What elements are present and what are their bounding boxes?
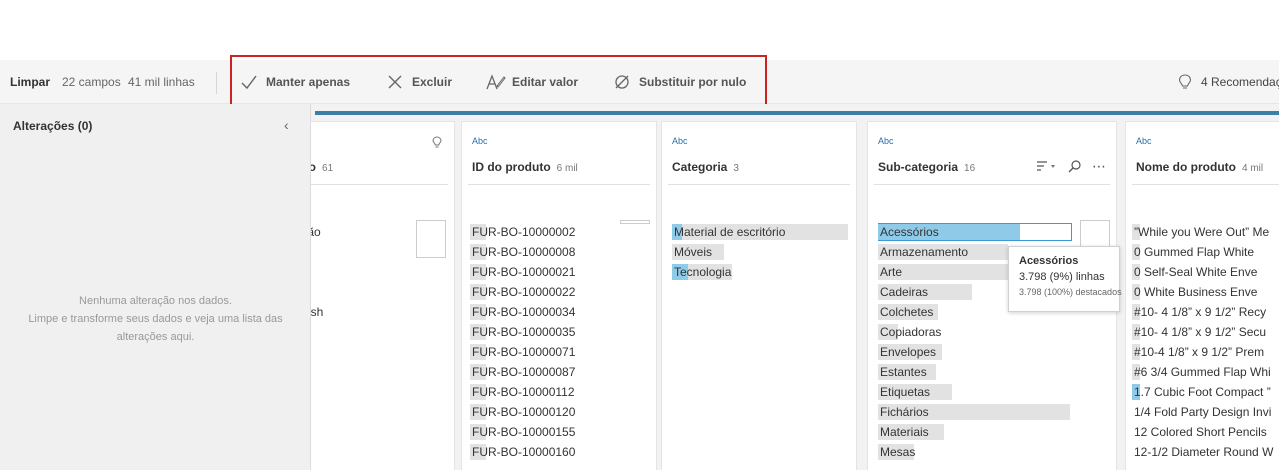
recommendations-button[interactable]: 4 Recomendaç — [1178, 60, 1279, 104]
list-item[interactable]: 12-1/2 Diameter Round W — [1132, 442, 1273, 462]
string-type-label: Abc — [672, 136, 688, 146]
chevron-left-icon[interactable]: ‹ — [284, 117, 289, 133]
card-divider — [468, 184, 650, 185]
empty-line-2: Limpe e transforme seus dados e veja uma… — [28, 313, 283, 325]
sort-icon[interactable] — [1036, 160, 1056, 172]
list-item[interactable]: 1.7 Cubic Foot Compact ” — [1132, 382, 1273, 402]
list-item[interactable]: FUR-BO-10000160 — [470, 442, 575, 462]
action-highlight-frame — [230, 55, 767, 107]
list-item[interactable]: a — [311, 282, 323, 302]
card-title: Nome do produto 4 mil — [1136, 160, 1264, 174]
recommendations-label: 4 Recomendaç — [1201, 75, 1279, 89]
list-item[interactable]: 0 Self-Seal White Enve — [1132, 262, 1273, 282]
list-item[interactable]: tão — [311, 222, 323, 242]
list-item[interactable]: FUR-BO-10000071 — [470, 342, 575, 362]
card-title: Sub-categoria 16 — [878, 160, 976, 174]
tooltip-highlight-count: 3.798 (100%) destacados — [1019, 287, 1122, 297]
list-item[interactable]: FUR-BO-10000022 — [470, 282, 575, 302]
list-item[interactable]: #6 3/4 Gummed Flap Whi — [1132, 362, 1273, 382]
list-item[interactable]: FUR-BO-10000155 — [470, 422, 575, 442]
list-item[interactable]: FUR-BO-10000120 — [470, 402, 575, 422]
card-title: ID do produto 6 mil — [472, 160, 578, 174]
list-item[interactable]: Fichários — [878, 402, 1072, 422]
card-divider — [668, 184, 850, 185]
list-item[interactable]: 0 Gummed Flap White — [1132, 242, 1273, 262]
list-item[interactable]: 12 Colored Short Pencils — [1132, 422, 1273, 442]
card-divider — [1132, 184, 1279, 185]
profile-card-partial[interactable]: ão61 tão a a a esh s — [311, 121, 455, 470]
top-blank-area — [0, 0, 1279, 60]
list-item[interactable]: Etiquetas — [878, 382, 1072, 402]
search-icon[interactable] — [1068, 159, 1082, 173]
list-item[interactable]: Envelopes — [878, 342, 1072, 362]
list-item[interactable]: Mesas — [878, 442, 1072, 462]
card-divider — [874, 184, 1110, 185]
list-item[interactable]: FUR-BO-10000002 — [470, 222, 575, 242]
card-divider — [311, 184, 448, 185]
string-type-label: Abc — [878, 136, 894, 146]
list-item[interactable]: FUR-BO-10000112 — [470, 382, 575, 402]
tooltip: Acessórios 3.798 (9%) linhas 3.798 (100%… — [1008, 246, 1122, 312]
toolbar-divider — [216, 72, 217, 94]
list-item[interactable]: s — [311, 322, 323, 342]
profile-card-product-id[interactable]: Abc ID do produto 6 mil FUR-BO-10000002 F… — [461, 121, 657, 470]
list-item[interactable]: FUR-BO-10000035 — [470, 322, 575, 342]
list-item[interactable]: #10-4 1/8” x 9 1/2” Prem — [1132, 342, 1273, 362]
field-count: 22 campos — [62, 75, 121, 89]
scroll-overview[interactable] — [416, 220, 446, 258]
list-item[interactable]: 0 White Business Enve — [1132, 282, 1273, 302]
more-options-icon[interactable]: ⋯ — [1092, 158, 1106, 175]
clean-label: Limpar — [10, 75, 51, 89]
scroll-overview[interactable] — [620, 220, 650, 224]
list-item[interactable]: a — [311, 262, 323, 282]
changes-title: Alterações (0) — [13, 119, 93, 133]
list-item[interactable]: ”While you Were Out” Me — [1132, 222, 1273, 242]
list-item[interactable]: FUR-BO-10000008 — [470, 242, 575, 262]
list-item[interactable]: Móveis — [672, 242, 848, 262]
profile-card-category[interactable]: Abc Categoria 3 Material de escritório Mó… — [661, 121, 857, 470]
list-item[interactable]: FUR-BO-10000021 — [470, 262, 575, 282]
list-item[interactable]: esh — [311, 302, 323, 322]
string-type-label: Abc — [472, 136, 488, 146]
card-title: ão61 — [311, 160, 334, 174]
lightbulb-icon — [1178, 74, 1192, 89]
list-item[interactable]: #10- 4 1/8” x 9 1/2” Recy — [1132, 302, 1273, 322]
list-item-selected[interactable]: Acessórios — [878, 222, 1072, 242]
profile-accent-bar — [315, 111, 1279, 115]
empty-line-1: Nenhuma alteração nos dados. — [79, 295, 232, 307]
list-item[interactable]: #10- 4 1/8” x 9 1/2” Secu — [1132, 322, 1273, 342]
list-item[interactable]: Copiadoras — [878, 322, 1072, 342]
empty-line-3: alterações aqui. — [116, 331, 195, 343]
changes-empty-message: Nenhuma alteração nos dados. Limpe e tra… — [0, 292, 311, 346]
list-item[interactable]: a — [311, 242, 323, 262]
list-item[interactable]: FUR-BO-10000034 — [470, 302, 575, 322]
lightbulb-icon[interactable] — [432, 136, 442, 150]
list-item[interactable]: Materiais — [878, 422, 1072, 442]
changes-panel: Alterações (0) ‹ Nenhuma alteração nos d… — [0, 104, 311, 470]
card-title: Categoria 3 — [672, 160, 739, 174]
tooltip-row-count: 3.798 (9%) linhas — [1019, 271, 1105, 283]
profile-pane: ão61 tão a a a esh s Abc ID do produto6 … — [311, 104, 1279, 470]
list-item[interactable]: Material de escritório — [672, 222, 848, 242]
list-item[interactable]: FUR-BO-10000087 — [470, 362, 575, 382]
list-item[interactable]: Tecnologia — [672, 262, 848, 282]
value-list: ”While you Were Out” Me 0 Gummed Flap Wh… — [1132, 222, 1273, 462]
profile-card-product-name[interactable]: Abc Nome do produto 4 mil ”While you Were… — [1125, 121, 1279, 470]
value-list: Material de escritório Móveis Tecnologia — [672, 222, 848, 282]
row-count: 41 mil linhas — [128, 75, 195, 89]
list-item[interactable]: 1/4 Fold Party Design Invi — [1132, 402, 1273, 422]
string-type-label: Abc — [1136, 136, 1152, 146]
value-list: FUR-BO-10000002 FUR-BO-10000008 FUR-BO-1… — [470, 222, 575, 462]
tooltip-title: Acessórios — [1019, 255, 1079, 267]
list-item[interactable]: Estantes — [878, 362, 1072, 382]
value-list: tão a a a esh s — [311, 222, 323, 342]
